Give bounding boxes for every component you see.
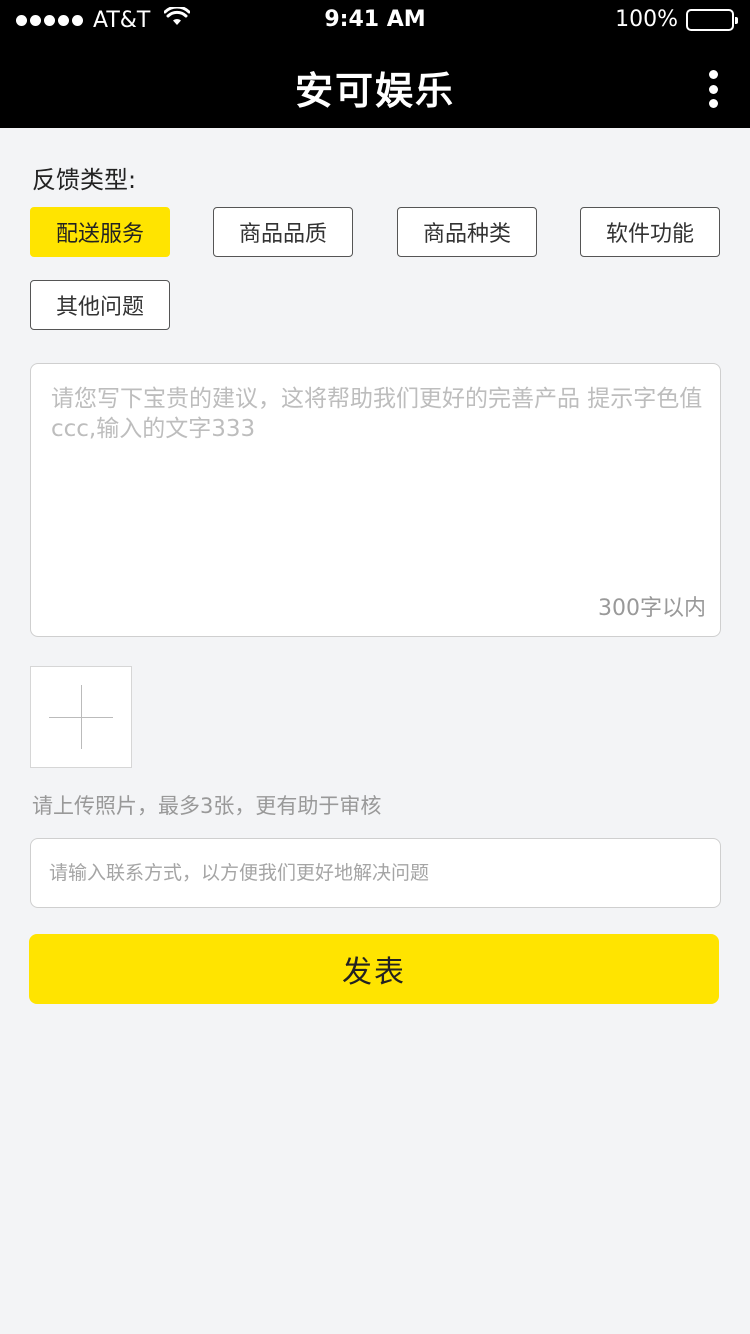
status-bar: AT&T 9:41 AM 100% bbox=[0, 0, 750, 40]
feedback-type-quality[interactable]: 商品品质 bbox=[213, 207, 353, 257]
feedback-placeholder: 请您写下宝贵的建议，这将帮助我们更好的完善产品 提示字色值ccc,输入的文字33… bbox=[51, 386, 703, 442]
upload-hint: 请上传照片，最多3张，更有助于审核 bbox=[32, 794, 382, 818]
feedback-type-label: 反馈类型: bbox=[32, 166, 137, 194]
char-limit: 300字以内 bbox=[598, 596, 706, 621]
feedback-textarea[interactable]: 请您写下宝贵的建议，这将帮助我们更好的完善产品 提示字色值ccc,输入的文字33… bbox=[30, 363, 721, 637]
header: AT&T 9:41 AM 100% 安可娱乐 bbox=[0, 0, 750, 128]
submit-button[interactable]: 发表 bbox=[29, 934, 719, 1004]
battery-icon bbox=[686, 8, 738, 31]
add-photo-button[interactable] bbox=[30, 666, 132, 768]
status-right: 100% bbox=[615, 7, 738, 32]
page-title: 安可娱乐 bbox=[294, 69, 455, 113]
contact-field[interactable] bbox=[30, 838, 721, 908]
feedback-type-other[interactable]: 其他问题 bbox=[30, 280, 170, 330]
plus-icon-vertical bbox=[81, 685, 82, 749]
feedback-type-software[interactable]: 软件功能 bbox=[580, 207, 720, 257]
feedback-type-delivery[interactable]: 配送服务 bbox=[30, 207, 170, 257]
battery-percent: 100% bbox=[615, 7, 678, 32]
more-icon[interactable] bbox=[706, 70, 720, 108]
feedback-type-category[interactable]: 商品种类 bbox=[397, 207, 537, 257]
contact-input[interactable] bbox=[49, 839, 702, 907]
